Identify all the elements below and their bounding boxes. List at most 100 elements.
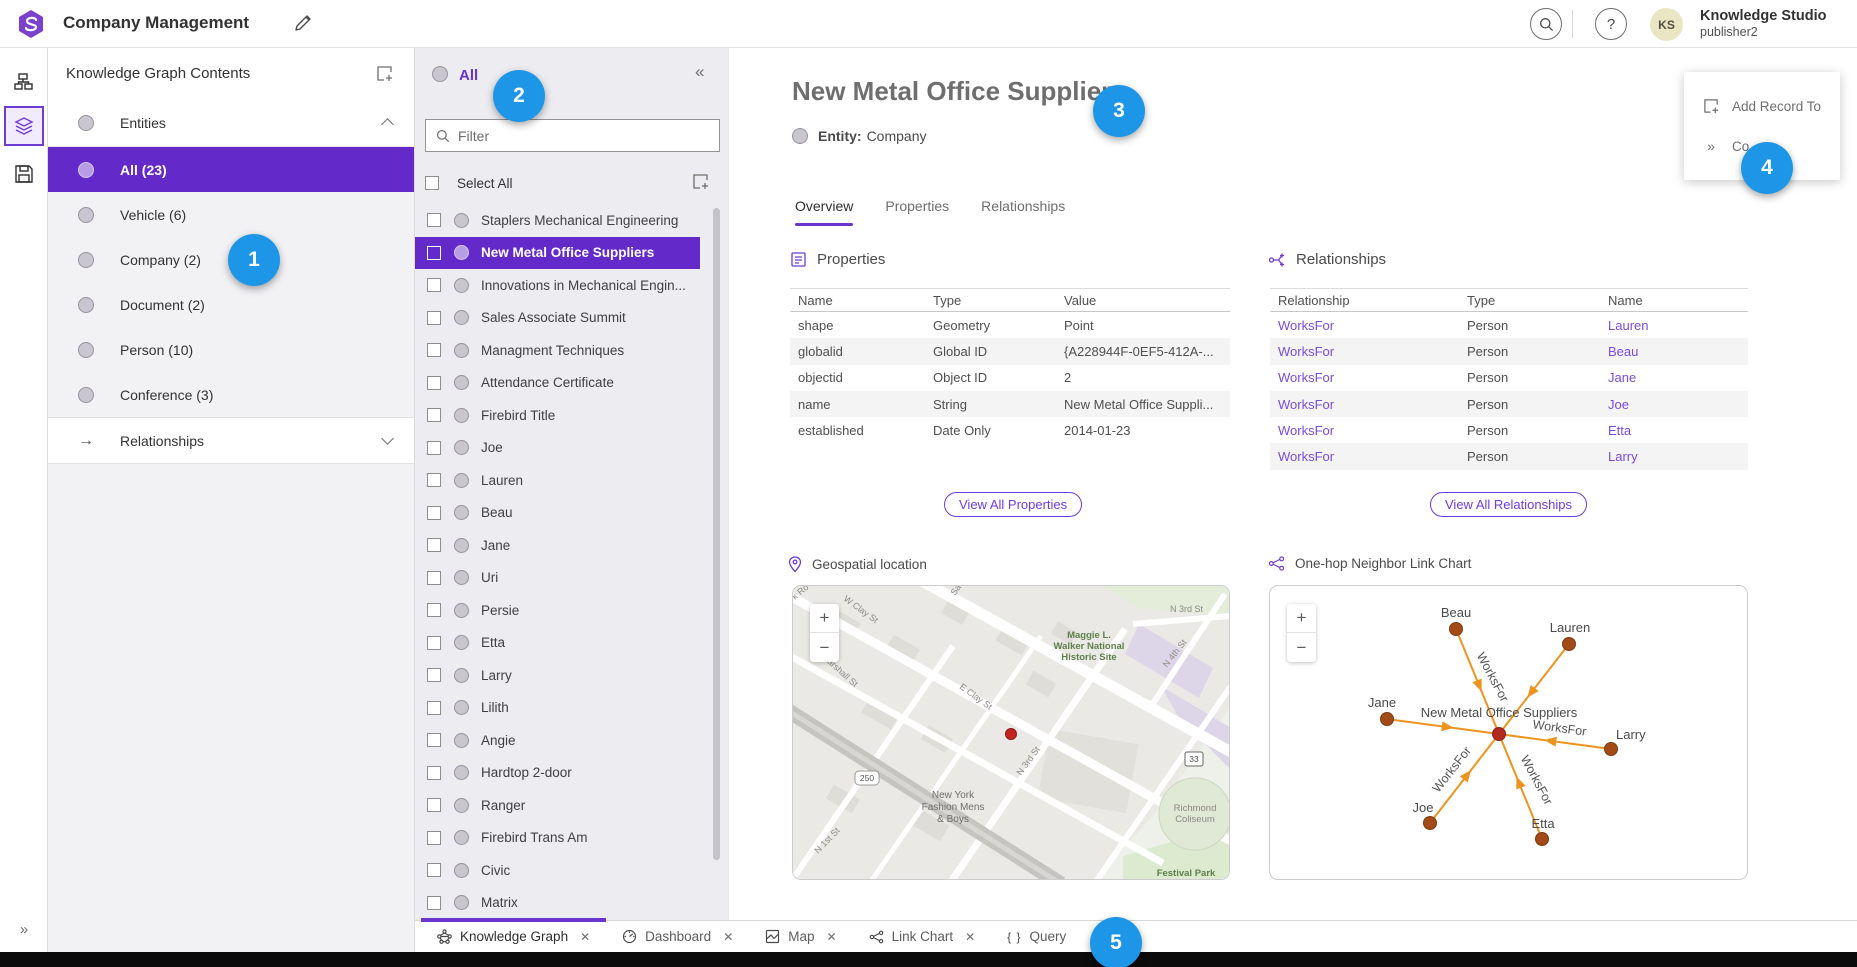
zoom-out-button[interactable]: − (810, 633, 839, 662)
cell-link[interactable]: Joe (1600, 397, 1740, 412)
layers-tool[interactable] (4, 106, 44, 146)
view-tab-query[interactable]: { }Query (991, 921, 1082, 952)
record-checkbox[interactable] (427, 376, 441, 390)
cell-link[interactable]: Larry (1600, 449, 1740, 464)
record-checkbox[interactable] (427, 733, 441, 747)
record-checkbox[interactable] (427, 863, 441, 877)
table-row[interactable]: WorksForPersonBeau (1270, 338, 1748, 364)
record-row[interactable]: Firebird Trans Am (415, 822, 729, 855)
record-row[interactable]: Matrix (415, 887, 729, 920)
table-row[interactable]: WorksForPersonLauren (1270, 312, 1748, 338)
cell-link[interactable]: Etta (1600, 423, 1740, 438)
cell-link[interactable]: Jane (1600, 370, 1740, 385)
data-model-tool[interactable] (4, 62, 44, 102)
link-chart-canvas[interactable]: WorksForWorksForWorksForWorksForBeauLaur… (1270, 586, 1748, 880)
record-row[interactable]: Innovations in Mechanical Engin... (415, 269, 729, 302)
cell-link[interactable]: WorksFor (1270, 370, 1459, 385)
record-row[interactable]: New Metal Office Suppliers (415, 237, 700, 270)
cell-link[interactable]: WorksFor (1270, 449, 1459, 464)
geospatial-map[interactable]: + − (792, 585, 1230, 880)
zoom-in-button[interactable]: + (810, 604, 839, 633)
table-row[interactable]: shapeGeometryPoint (790, 312, 1230, 338)
record-row[interactable]: Larry (415, 659, 729, 692)
record-checkbox[interactable] (427, 473, 441, 487)
relationships-header-row[interactable]: → Relationships (48, 417, 414, 464)
view-tab-knowledge-graph[interactable]: Knowledge Graph✕ (421, 921, 606, 952)
table-row[interactable]: objectidObject ID2 (790, 365, 1230, 391)
record-row[interactable]: Attendance Certificate (415, 367, 729, 400)
view-tab-dashboard[interactable]: Dashboard✕ (606, 921, 749, 952)
map-canvas[interactable]: W Clay St W Marshall St E Clay St N 3rd … (793, 586, 1230, 880)
table-row[interactable]: globalidGlobal ID{A228944F-0EF5-412A-... (790, 338, 1230, 364)
filter-input[interactable] (458, 128, 719, 144)
table-row[interactable]: WorksForPersonEtta (1270, 417, 1748, 443)
close-tab-icon[interactable]: ✕ (580, 930, 590, 944)
entity-type-row[interactable]: All (23) (48, 147, 414, 192)
view-tab-link-chart[interactable]: Link Chart✕ (853, 921, 992, 952)
record-row[interactable]: Angie (415, 724, 729, 757)
entity-type-row[interactable]: Person (10) (48, 327, 414, 372)
record-checkbox[interactable] (427, 603, 441, 617)
record-list-scrollbar[interactable] (713, 208, 720, 860)
table-row[interactable]: WorksForPersonLarry (1270, 443, 1748, 469)
detail-tab-overview[interactable]: Overview (795, 198, 853, 226)
graph-node[interactable] (1381, 713, 1394, 726)
record-row[interactable]: Lauren (415, 464, 729, 497)
record-checkbox[interactable] (427, 441, 441, 455)
graph-node[interactable] (1424, 817, 1437, 830)
record-row[interactable]: Ranger (415, 789, 729, 822)
record-checkbox[interactable] (427, 896, 441, 910)
cell-link[interactable]: WorksFor (1270, 318, 1459, 333)
expand-rail-button[interactable]: » (0, 921, 48, 938)
record-row[interactable]: Sales Associate Summit (415, 302, 729, 335)
record-checkbox[interactable] (427, 343, 441, 357)
cell-link[interactable]: Lauren (1600, 318, 1740, 333)
save-tool[interactable] (4, 154, 44, 194)
record-row[interactable]: Firebird Title (415, 399, 729, 432)
collapse-panel-button[interactable]: « (695, 62, 704, 82)
record-checkbox[interactable] (427, 213, 441, 227)
graph-node[interactable] (1450, 623, 1463, 636)
record-row[interactable]: Beau (415, 497, 729, 530)
entity-type-row[interactable]: Document (2) (48, 282, 414, 327)
app-logo-icon[interactable] (16, 9, 46, 39)
graph-node[interactable] (1536, 833, 1549, 846)
graph-center-node[interactable] (1493, 728, 1506, 741)
record-checkbox[interactable] (427, 831, 441, 845)
record-checkbox[interactable] (427, 506, 441, 520)
graph-node[interactable] (1563, 638, 1576, 651)
list-header-title[interactable]: All (459, 67, 478, 84)
record-row[interactable]: Persie (415, 594, 729, 627)
record-row[interactable]: Joe (415, 432, 729, 465)
record-checkbox[interactable] (427, 636, 441, 650)
zoom-in-button[interactable]: + (1287, 604, 1316, 633)
user-info[interactable]: Knowledge Studio publisher2 (1700, 7, 1826, 41)
record-checkbox[interactable] (427, 408, 441, 422)
detail-tab-relationships[interactable]: Relationships (981, 198, 1065, 226)
close-tab-icon[interactable]: ✕ (827, 930, 837, 944)
detail-tab-properties[interactable]: Properties (885, 198, 949, 226)
map-record-marker[interactable] (1006, 729, 1017, 740)
record-row[interactable]: Hardtop 2-door (415, 757, 729, 790)
select-all-checkbox[interactable] (425, 176, 439, 190)
cell-link[interactable]: WorksFor (1270, 344, 1459, 359)
record-row[interactable]: Managment Techniques (415, 334, 729, 367)
view-tab-map[interactable]: Map✕ (749, 921, 852, 952)
help-button[interactable]: ? (1595, 8, 1627, 40)
cell-link[interactable]: WorksFor (1270, 397, 1459, 412)
record-row[interactable]: Civic (415, 854, 729, 887)
record-checkbox[interactable] (427, 571, 441, 585)
record-checkbox[interactable] (427, 766, 441, 780)
table-row[interactable]: WorksForPersonJane (1270, 365, 1748, 391)
entity-type-row[interactable]: Vehicle (6) (48, 192, 414, 237)
record-row[interactable]: Lilith (415, 692, 729, 725)
record-row[interactable]: Etta (415, 627, 729, 660)
zoom-out-button[interactable]: − (1287, 633, 1316, 662)
context-menu-item[interactable]: Add Record To (1684, 86, 1840, 126)
cell-link[interactable]: WorksFor (1270, 423, 1459, 438)
entity-type-row[interactable]: Conference (3) (48, 372, 414, 417)
link-chart-panel[interactable]: + − WorksForWorksForWorksForWorksForBeau… (1269, 585, 1748, 880)
record-row[interactable]: Uri (415, 562, 729, 595)
table-row[interactable]: establishedDate Only2014-01-23 (790, 417, 1230, 443)
search-button[interactable] (1530, 8, 1562, 40)
